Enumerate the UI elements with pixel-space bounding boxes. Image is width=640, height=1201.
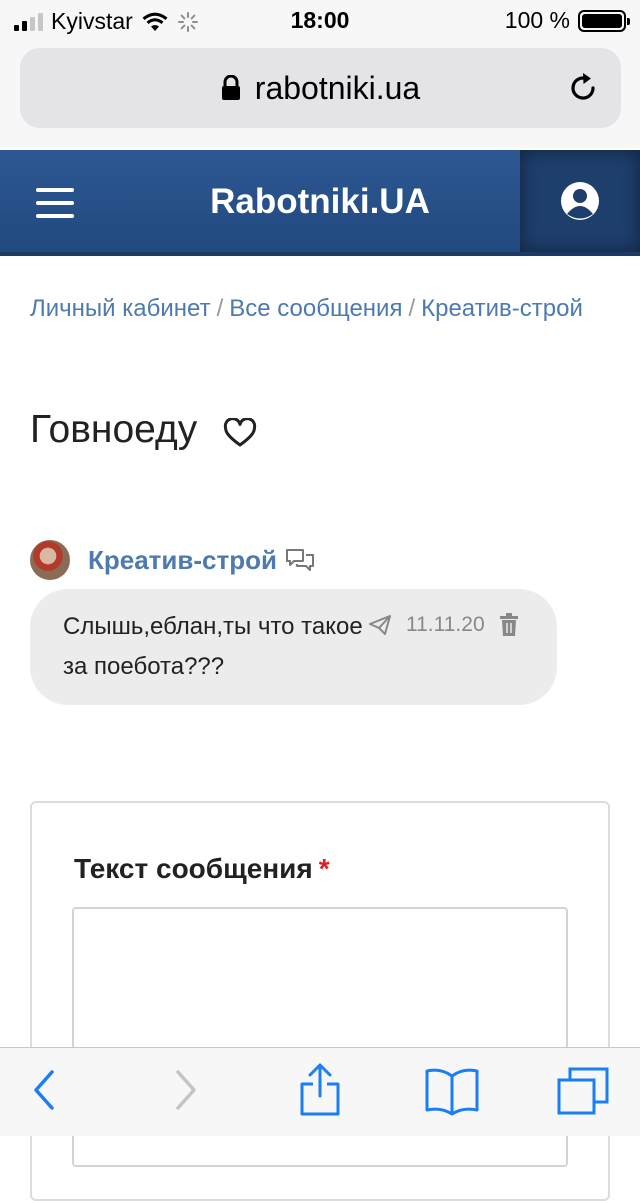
chat-icon [285, 549, 314, 571]
breadcrumb-separator: / [408, 295, 416, 322]
message-text: Слышь,еблан,ты что такое за поебота??? [63, 613, 363, 680]
battery-icon [578, 9, 630, 32]
url-text: rabotniki.ua [254, 70, 421, 106]
message-date: 11.11.20 [406, 613, 485, 636]
sent-icon [369, 615, 391, 635]
user-icon [561, 182, 599, 220]
back-icon[interactable] [30, 1066, 60, 1114]
trash-icon[interactable] [499, 613, 519, 637]
browser-toolbar [0, 1047, 640, 1136]
heart-icon[interactable] [223, 418, 257, 448]
status-right: 100 % [504, 7, 630, 34]
reload-icon[interactable] [565, 70, 601, 106]
site-header: Rabotniki.UA [0, 150, 640, 256]
forward-icon[interactable] [170, 1066, 200, 1114]
breadcrumb: Личный кабинет / Все сообщения / Креатив-стр… [30, 290, 610, 328]
breadcrumb-messages-link[interactable]: Все сообщения [229, 295, 402, 322]
bookmarks-icon[interactable] [424, 1066, 480, 1116]
avatar[interactable] [30, 540, 70, 580]
battery-percent: 100 % [504, 7, 570, 33]
reply-form: Текст сообщения * [30, 801, 610, 1201]
lock-icon [221, 75, 240, 100]
author-name-link[interactable]: Креатив-строй [88, 545, 277, 576]
message-author: Креатив-строй [30, 540, 315, 580]
user-account-button[interactable] [520, 150, 640, 252]
battery-fill [582, 13, 622, 28]
title-row: Говноеду [30, 408, 257, 452]
page-title: Говноеду [30, 408, 198, 451]
url-display[interactable]: rabotniki.ua [20, 70, 621, 107]
breadcrumb-separator: / [216, 295, 224, 322]
breadcrumb-conversation-link[interactable]: Креатив-строй [421, 295, 583, 322]
browser-address-area: rabotniki.ua [0, 40, 640, 148]
message-field-label: Текст сообщения * [74, 853, 330, 885]
breadcrumb-account-link[interactable]: Личный кабинет [30, 295, 211, 322]
address-bar[interactable]: rabotniki.ua [20, 48, 621, 128]
status-bar: Kyivstar 18:00 100 % [0, 0, 640, 40]
share-icon[interactable] [298, 1062, 342, 1118]
tabs-icon[interactable] [556, 1066, 610, 1116]
required-mark: * [318, 853, 330, 884]
message-meta: 11.11.20 [368, 613, 519, 637]
message-bubble: Слышь,еблан,ты что такое за поебота??? 1… [30, 589, 557, 705]
label-text: Текст сообщения [74, 853, 313, 884]
